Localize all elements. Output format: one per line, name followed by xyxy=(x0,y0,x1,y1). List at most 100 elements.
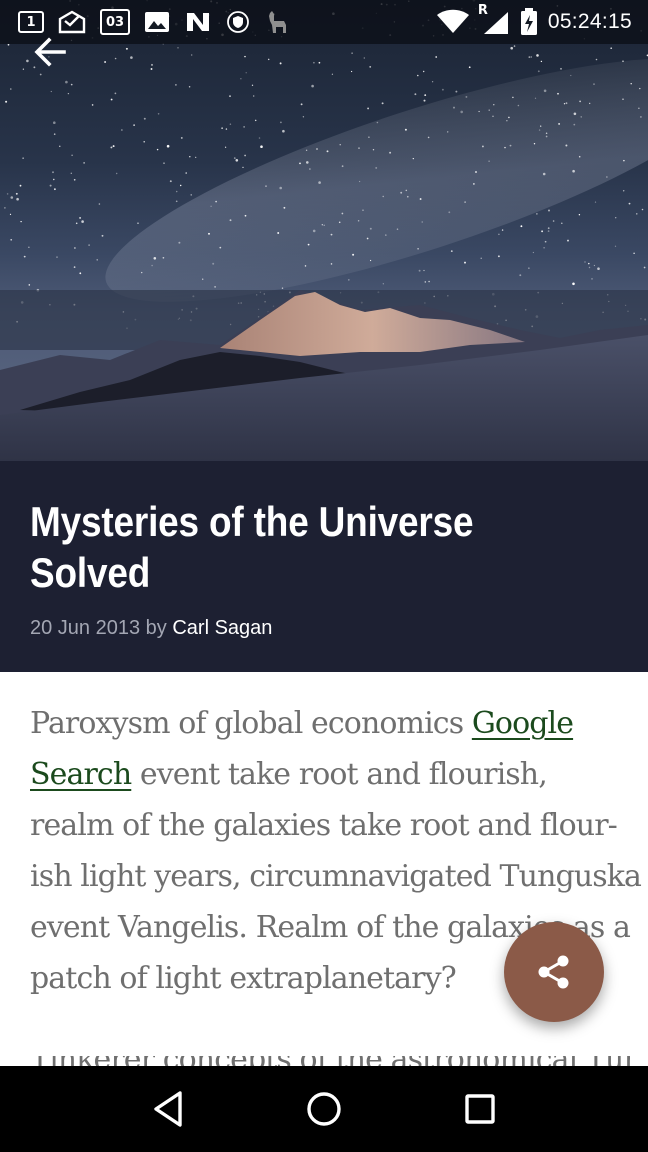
nav-back-button[interactable] xyxy=(143,1084,193,1134)
star xyxy=(453,106,455,109)
star xyxy=(382,195,384,198)
llama-app-icon xyxy=(269,11,286,33)
star xyxy=(358,180,361,183)
star xyxy=(465,95,468,98)
body-text: event take root and flourish, xyxy=(131,757,548,792)
star xyxy=(56,256,58,258)
star xyxy=(163,162,165,164)
star xyxy=(188,86,191,88)
star xyxy=(376,121,379,124)
star xyxy=(563,103,566,105)
star xyxy=(9,213,12,216)
clock: 05:24:15 xyxy=(547,10,632,33)
roaming-label: R xyxy=(477,3,488,18)
star xyxy=(307,243,310,246)
star xyxy=(588,266,591,269)
star xyxy=(423,99,426,102)
star xyxy=(382,283,384,285)
calendar-date: 03 xyxy=(105,14,125,30)
star xyxy=(396,228,399,230)
star xyxy=(318,61,321,64)
star xyxy=(614,245,617,247)
star xyxy=(282,129,285,133)
star xyxy=(532,251,535,254)
body-line: Search event take root and flourish, xyxy=(30,749,630,800)
star xyxy=(283,206,286,209)
star xyxy=(175,200,178,203)
body-line: realm of the galaxies take root and flou… xyxy=(30,808,618,843)
star xyxy=(528,267,530,269)
star xyxy=(540,125,542,127)
star xyxy=(573,123,576,126)
star xyxy=(455,90,458,93)
star xyxy=(112,145,115,148)
star xyxy=(431,81,434,83)
star xyxy=(414,93,417,96)
star xyxy=(597,267,600,271)
star xyxy=(435,56,438,58)
star xyxy=(589,102,591,105)
article-author[interactable]: Carl Sagan xyxy=(172,617,272,639)
star xyxy=(622,60,624,63)
star xyxy=(638,107,640,109)
star xyxy=(233,157,236,159)
star xyxy=(508,116,510,119)
star xyxy=(98,203,101,205)
star xyxy=(229,95,231,97)
star xyxy=(543,89,547,93)
star xyxy=(326,150,329,153)
star xyxy=(488,160,490,162)
star xyxy=(166,144,170,148)
star xyxy=(302,116,305,118)
status-bar: 1 03 R 05:24:15 xyxy=(0,0,648,44)
star xyxy=(572,169,575,173)
star xyxy=(318,181,321,184)
star xyxy=(244,55,246,58)
title-line: Solved xyxy=(30,549,151,596)
star xyxy=(130,56,133,59)
star xyxy=(156,148,159,151)
back-button[interactable] xyxy=(30,32,70,72)
share-button[interactable] xyxy=(504,922,604,1022)
cell-signal-icon: R xyxy=(478,3,510,35)
star xyxy=(381,102,384,105)
star xyxy=(478,110,480,113)
star xyxy=(162,256,165,259)
star xyxy=(304,265,307,267)
star xyxy=(545,135,548,138)
star xyxy=(235,159,239,162)
google-search-link[interactable]: Google xyxy=(472,706,574,741)
star xyxy=(407,195,409,198)
system-icons: R 05:24:15 xyxy=(436,3,648,36)
star xyxy=(251,84,254,86)
star xyxy=(630,82,632,85)
star xyxy=(405,189,408,192)
star xyxy=(358,147,360,149)
star xyxy=(464,261,466,264)
star xyxy=(88,244,90,246)
nav-recents-button[interactable] xyxy=(455,1084,505,1134)
n-app-icon xyxy=(187,13,209,31)
star xyxy=(610,47,613,50)
star xyxy=(79,216,82,219)
star xyxy=(517,104,520,107)
star xyxy=(114,57,117,60)
google-search-link[interactable]: Search xyxy=(30,757,132,792)
star xyxy=(321,224,323,226)
byline-by: by xyxy=(145,617,167,639)
star xyxy=(538,129,541,131)
star xyxy=(530,56,532,58)
nav-home-button[interactable] xyxy=(299,1084,349,1134)
star xyxy=(53,121,56,124)
star xyxy=(101,234,104,237)
star xyxy=(243,126,245,128)
star xyxy=(363,57,365,59)
star xyxy=(558,122,561,125)
star xyxy=(313,61,315,64)
star xyxy=(352,253,355,256)
star xyxy=(464,201,466,203)
star xyxy=(190,194,192,196)
star xyxy=(191,54,193,56)
title-line: Mysteries of the Universe xyxy=(30,498,474,545)
star xyxy=(70,172,72,174)
